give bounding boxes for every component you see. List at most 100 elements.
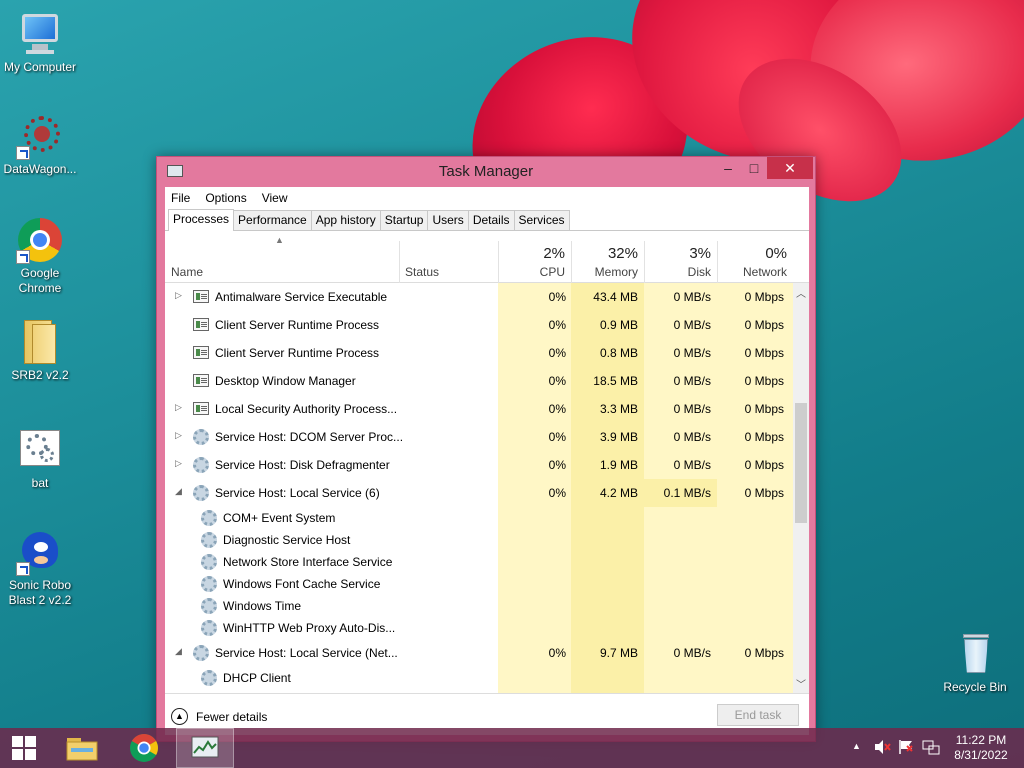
gear-icon [201,532,217,548]
column-cpu-header[interactable]: 2% CPU [498,231,571,283]
taskbar: ▲ 11:22 PM 8/31/2022 [0,728,1024,768]
gear-icon [201,554,217,570]
column-network-header[interactable]: 0% Network [717,231,793,283]
chrome-icon [130,734,158,762]
task-manager-window: Task Manager – □ ✕ File Options View Pro… [156,156,816,742]
disk-value: 0 MB/s [673,646,711,660]
desktop-icon-google-chrome[interactable]: Google Chrome [0,216,80,296]
disk-value: 0 MB/s [673,458,711,472]
desktop-icon-bat[interactable]: bat [0,426,80,491]
disk-value: 0 MB/s [673,374,711,388]
disk-total-percent: 3% [689,245,711,262]
title-bar[interactable]: Task Manager – □ ✕ [157,157,815,185]
desktop-icon-label: Recycle Bin [943,680,1007,694]
service-name: WinHTTP Web Proxy Auto-Dis... [223,621,396,635]
table-row[interactable]: ◢ Service Host: Local Service (Net... 0%… [165,639,793,667]
desktop-icon-datawagon[interactable]: DataWagon... [0,112,80,177]
desktop-icon-recycle-bin[interactable]: Recycle Bin [935,630,1015,695]
collapse-arrow-icon[interactable]: ◢ [175,486,182,497]
gear-icon [201,576,217,592]
table-row[interactable]: Client Server Runtime Process 0% 0.9 MB … [165,311,793,339]
network-value: 0 Mbps [744,458,784,472]
close-button[interactable]: ✕ [767,157,813,179]
fewer-details-button[interactable]: ▲ Fewer details [171,708,267,725]
cpu-value: 0% [548,430,566,444]
chevron-up-icon: ▲ [171,708,188,725]
column-network-label: Network [742,265,787,279]
disk-value: 0 MB/s [673,346,711,360]
memory-value: 4.2 MB [599,486,638,500]
tab-services[interactable]: Services [513,210,570,230]
service-row[interactable]: Windows Font Cache Service [165,573,793,595]
tab-app-history[interactable]: App history [310,210,381,230]
network-value: 0 Mbps [744,290,784,304]
network-icon[interactable] [922,739,940,758]
folder-icon [16,318,64,366]
expand-arrow-icon[interactable]: ▷ [175,402,182,413]
process-icon [193,346,209,359]
scroll-up-icon[interactable]: ︿ [793,285,809,300]
table-row[interactable]: ▷ Antimalware Service Executable 0% 43.4… [165,283,793,311]
memory-value: 1.9 MB [599,458,638,472]
menu-bar: File Options View [165,187,809,209]
desktop-icon-label: DataWagon... [3,162,77,176]
desktop-icon-my-computer[interactable]: My Computer [0,10,80,75]
service-row[interactable]: WinHTTP Web Proxy Auto-Dis... [165,617,793,639]
tab-performance[interactable]: Performance [233,210,312,230]
start-button[interactable] [0,728,48,768]
table-row[interactable]: ◢ Service Host: Local Service (6) 0% 4.2… [165,479,793,507]
gear-icon [201,510,217,526]
column-disk-header[interactable]: 3% Disk [644,231,717,283]
minimize-button[interactable]: – [715,157,741,179]
vertical-scrollbar[interactable]: ︿ ﹀ [793,283,809,693]
gear-icon [201,598,217,614]
collapse-arrow-icon[interactable]: ◢ [175,646,182,657]
column-memory-header[interactable]: 32% Memory [571,231,644,283]
maximize-button[interactable]: □ [741,157,767,179]
menu-file[interactable]: File [171,191,190,205]
menu-options[interactable]: Options [205,191,246,205]
tab-users[interactable]: Users [427,210,469,230]
service-row[interactable]: DHCP Client [165,667,793,689]
tab-processes[interactable]: Processes [168,209,235,231]
process-name: Local Security Authority Process... [215,402,398,416]
column-disk-label: Disk [687,265,711,279]
table-row[interactable]: Client Server Runtime Process 0% 0.8 MB … [165,339,793,367]
volume-muted-icon[interactable] [874,739,892,758]
batch-file-icon [16,426,64,474]
taskbar-file-explorer[interactable] [54,728,110,768]
tray-overflow-icon[interactable]: ▲ [852,741,861,751]
column-name-header[interactable]: ▲ Name [165,231,399,283]
scrollbar-thumb[interactable] [795,403,807,523]
memory-value: 0.9 MB [599,318,638,332]
table-row[interactable]: Desktop Window Manager 0% 18.5 MB 0 MB/s… [165,367,793,395]
process-name: Service Host: DCOM Server Proc... [215,430,404,444]
action-center-flag-icon[interactable] [898,739,916,758]
system-clock[interactable]: 11:22 PM 8/31/2022 [946,733,1016,763]
taskbar-google-chrome[interactable] [116,728,172,768]
taskbar-task-manager[interactable] [176,728,234,768]
service-row[interactable]: Network Store Interface Service [165,551,793,573]
scroll-down-icon[interactable]: ﹀ [793,676,809,691]
cpu-value: 0% [548,290,566,304]
table-row[interactable]: ▷ Service Host: Disk Defragmenter 0% 1.9… [165,451,793,479]
tab-details[interactable]: Details [467,210,515,230]
expand-arrow-icon[interactable]: ▷ [175,458,182,469]
column-status-header[interactable]: Status [399,231,498,283]
desktop-icon-srb2[interactable]: SRB2 v2.2 [0,318,80,383]
expand-arrow-icon[interactable]: ▷ [175,290,182,301]
table-row[interactable]: ▷ Service Host: DCOM Server Proc... 0% 3… [165,423,793,451]
service-row[interactable]: Diagnostic Service Host [165,529,793,551]
end-task-button[interactable]: End task [717,704,799,726]
service-row[interactable]: Windows Time [165,595,793,617]
desktop-icon-sonic-robo-blast[interactable]: Sonic Robo Blast 2 v2.2 [0,528,80,608]
process-name: Service Host: Local Service (6) [215,486,380,500]
tab-startup[interactable]: Startup [379,210,429,230]
shortcut-arrow-icon [16,562,30,576]
service-name: Windows Font Cache Service [223,577,381,591]
service-row[interactable]: COM+ Event System [165,507,793,529]
expand-arrow-icon[interactable]: ▷ [175,430,182,441]
memory-value: 18.5 MB [593,374,638,388]
table-row[interactable]: ▷ Local Security Authority Process... 0%… [165,395,793,423]
menu-view[interactable]: View [262,191,288,205]
